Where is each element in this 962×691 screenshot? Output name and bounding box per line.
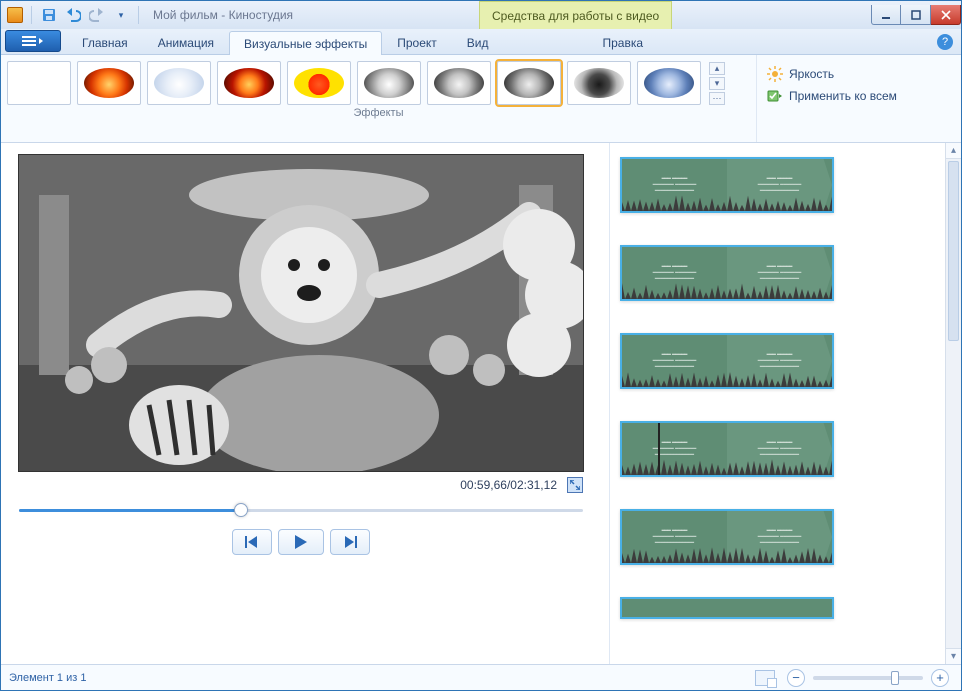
timeline-pane: ━━━ ━━━━━━━━━━━━ ━━━━━━━━━━━━━━━━━━━━━━━…: [609, 143, 961, 664]
zoom-slider-thumb[interactable]: [891, 671, 899, 685]
timeline-clip[interactable]: ━━━ ━━━━━━━━━━━━ ━━━━━━━━━━━━━━━━━━━━━━━…: [620, 157, 834, 213]
ribbon: ▴ ▾ ⋯ Эффекты Яркость Применить ко всем: [1, 55, 961, 143]
playback-controls: [19, 529, 583, 555]
tab-animation[interactable]: Анимация: [143, 30, 229, 54]
content-area: 00:59,66/02:31,12 ━━━ ━━━━━━━━━━━━ ━━━━━…: [1, 143, 961, 664]
minimize-button[interactable]: [871, 5, 901, 25]
maximize-button[interactable]: [901, 5, 931, 25]
app-window: ▾ Мой фильм - Киностудия Средства для ра…: [0, 0, 962, 691]
effect-bw1[interactable]: [357, 61, 421, 105]
redo-button[interactable]: [88, 6, 106, 24]
window-controls: [871, 5, 961, 25]
adjust-group: Яркость Применить ко всем: [757, 55, 961, 142]
brightness-icon: [767, 66, 783, 82]
effect-bw3[interactable]: [497, 61, 561, 105]
time-display: 00:59,66/02:31,12: [460, 478, 557, 492]
scroll-up-button[interactable]: ▴: [946, 143, 961, 159]
seek-slider[interactable]: [19, 501, 583, 519]
thumbnails-view-button[interactable]: [755, 670, 775, 686]
zoom-slider[interactable]: [813, 676, 923, 680]
zoom-in-button[interactable]: +: [931, 669, 949, 687]
effect-bw2[interactable]: [427, 61, 491, 105]
tab-home[interactable]: Главная: [67, 30, 143, 54]
qa-dropdown[interactable]: ▾: [112, 6, 130, 24]
effect-warm[interactable]: [77, 61, 141, 105]
effect-poster[interactable]: [287, 61, 351, 105]
effect-blue[interactable]: [637, 61, 701, 105]
next-frame-button[interactable]: [330, 529, 370, 555]
fullscreen-button[interactable]: [567, 477, 583, 493]
effect-invert[interactable]: [567, 61, 631, 105]
video-preview[interactable]: [19, 155, 583, 471]
brightness-button[interactable]: Яркость: [767, 63, 951, 85]
time-row: 00:59,66/02:31,12: [19, 477, 583, 493]
undo-button[interactable]: [64, 6, 82, 24]
scroll-thumb[interactable]: [948, 161, 959, 341]
timeline-clip[interactable]: ━━━ ━━━━━━━━━━━━ ━━━━━━━━━━━━━━━━━━━━━━━…: [620, 509, 834, 565]
scroll-down-button[interactable]: ▾: [946, 648, 961, 664]
preview-pane: 00:59,66/02:31,12: [1, 143, 609, 664]
help-button[interactable]: ?: [937, 34, 953, 50]
prev-frame-button[interactable]: [232, 529, 272, 555]
play-button[interactable]: [278, 529, 324, 555]
context-tab-header: Средства для работы с видео: [479, 1, 672, 29]
close-button[interactable]: [931, 5, 961, 25]
zoom-out-button[interactable]: −: [787, 669, 805, 687]
app-icon: [7, 7, 23, 23]
effect-cool[interactable]: [147, 61, 211, 105]
timeline-clip[interactable]: [620, 597, 834, 619]
apply-all-icon: [767, 88, 783, 104]
effect-none[interactable]: [7, 61, 71, 105]
file-menu-button[interactable]: [5, 30, 61, 52]
gallery-more-button[interactable]: ⋯: [709, 92, 725, 105]
tab-view[interactable]: Вид: [452, 30, 504, 54]
effects-gallery: ▴ ▾ ⋯: [1, 55, 756, 105]
vertical-scrollbar[interactable]: ▴ ▾: [945, 143, 961, 664]
timeline-list[interactable]: ━━━ ━━━━━━━━━━━━ ━━━━━━━━━━━━━━━━━━━━━━━…: [610, 143, 945, 664]
title-bar: ▾ Мой фильм - Киностудия Средства для ра…: [1, 1, 961, 29]
tab-project[interactable]: Проект: [382, 30, 452, 54]
window-title: Мой фильм - Киностудия: [153, 8, 293, 22]
timeline-clip[interactable]: ━━━ ━━━━━━━━━━━━ ━━━━━━━━━━━━━━━━━━━━━━━…: [620, 245, 834, 301]
apply-all-button[interactable]: Применить ко всем: [767, 85, 951, 107]
status-item-count: Элемент 1 из 1: [9, 672, 86, 684]
save-button[interactable]: [40, 6, 58, 24]
status-bar: Элемент 1 из 1 − +: [1, 664, 961, 690]
ribbon-tabstrip: Главная Анимация Визуальные эффекты Прое…: [1, 29, 961, 55]
timeline-clip[interactable]: ━━━ ━━━━━━━━━━━━ ━━━━━━━━━━━━━━━━━━━━━━━…: [620, 333, 834, 389]
quick-access-toolbar: ▾: [1, 6, 147, 24]
gallery-down-button[interactable]: ▾: [709, 77, 725, 90]
tab-visual-effects[interactable]: Визуальные эффекты: [229, 31, 382, 55]
effect-sepia-red[interactable]: [217, 61, 281, 105]
effects-group-label: Эффекты: [1, 105, 756, 122]
timeline-clip[interactable]: ━━━ ━━━━━━━━━━━━ ━━━━━━━━━━━━━━━━━━━━━━━…: [620, 421, 834, 477]
tab-edit[interactable]: Правка: [587, 30, 658, 54]
effects-group: ▴ ▾ ⋯ Эффекты: [1, 55, 757, 142]
preview-scene: [19, 155, 583, 471]
gallery-up-button[interactable]: ▴: [709, 62, 725, 75]
